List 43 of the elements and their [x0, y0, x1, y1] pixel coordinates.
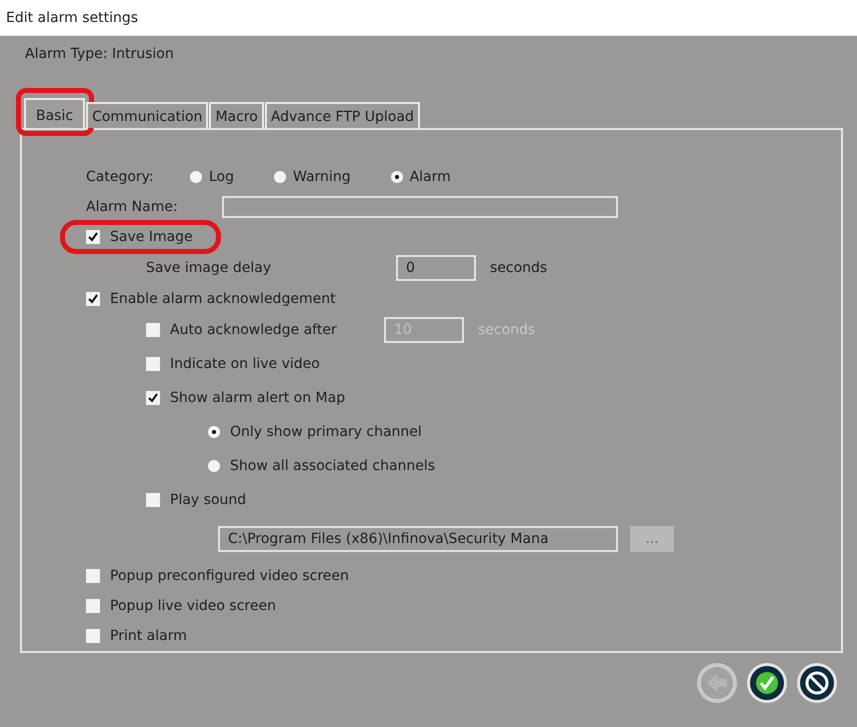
- checkbox[interactable]: [146, 493, 160, 508]
- checkbox[interactable]: [86, 599, 100, 614]
- unit-label: seconds: [490, 260, 548, 276]
- checkbox-label: Play sound: [170, 492, 246, 508]
- window-title: Edit alarm settings: [6, 10, 138, 26]
- radio-label: Only show primary channel: [230, 424, 422, 440]
- alarm-name-label: Alarm Name:: [86, 198, 179, 215]
- radio-label: Alarm: [410, 168, 451, 185]
- alarm-name-field[interactable]: [222, 196, 618, 218]
- alarm-type-label: Alarm Type: Intrusion: [25, 46, 175, 62]
- checkbox[interactable]: [146, 323, 160, 338]
- checkbox[interactable]: [86, 569, 100, 584]
- radio-button[interactable]: [274, 170, 286, 183]
- checkbox-label: Show alarm alert on Map: [170, 390, 346, 406]
- checkbox-label: Popup preconfigured video screen: [110, 568, 349, 584]
- checkbox[interactable]: [86, 292, 100, 306]
- number-field[interactable]: 0: [396, 254, 476, 281]
- checkbox-label: Print alarm: [110, 628, 187, 644]
- tab[interactable]: Communication: [86, 102, 208, 128]
- radio-button[interactable]: [208, 460, 220, 472]
- checkbox[interactable]: [146, 391, 160, 406]
- tab[interactable]: Macro: [209, 102, 264, 128]
- checkbox[interactable]: [86, 629, 100, 644]
- checkbox-label: Indicate on live video: [170, 356, 320, 372]
- checkbox-label: Popup live video screen: [110, 598, 276, 614]
- checkbox-label: Auto acknowledge after: [170, 322, 338, 338]
- checkbox[interactable]: [86, 230, 100, 244]
- field-label: Save image delay: [146, 260, 272, 276]
- radio-button[interactable]: [190, 170, 202, 183]
- category-label: Category:: [86, 168, 155, 185]
- tab[interactable]: Basic: [24, 98, 86, 128]
- checkbox-label: Save Image: [110, 228, 193, 245]
- checkbox-label: Enable alarm acknowledgement: [110, 290, 336, 306]
- tab[interactable]: Advance FTP Upload: [264, 102, 420, 128]
- radio-button[interactable]: [390, 170, 403, 183]
- radio-label: Show all associated channels: [230, 458, 436, 474]
- ok-button[interactable]: [745, 661, 789, 705]
- checkbox[interactable]: [146, 357, 160, 372]
- path-field[interactable]: C:\Program Files (x86)\Infinova\Security Mana: [218, 526, 618, 552]
- radio-button[interactable]: [208, 426, 220, 438]
- radio-label: Log: [209, 168, 234, 185]
- cancel-button[interactable]: [795, 661, 839, 705]
- radio-label: Warning: [293, 168, 351, 185]
